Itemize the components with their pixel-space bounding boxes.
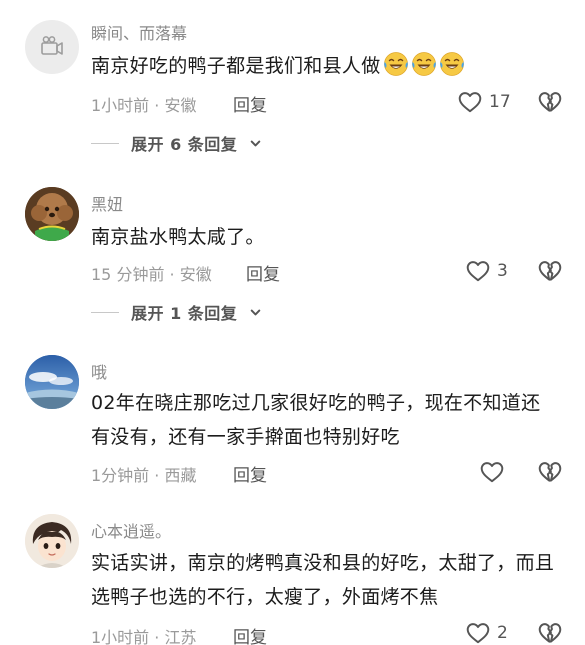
camera-placeholder-icon: [41, 36, 63, 55]
comment-text: 南京盐水鸭太咸了。: [91, 226, 265, 248]
laughing-crying-emoji-icon: [439, 51, 465, 77]
time-location: 1分钟前 · 西藏: [91, 466, 197, 485]
reply-button[interactable]: 回复: [246, 260, 280, 285]
avatar[interactable]: [25, 20, 79, 74]
chevron-down-icon: [249, 306, 262, 319]
like-button[interactable]: 3: [465, 258, 508, 284]
broken-heart-icon: [537, 89, 563, 115]
comment-text: 实话实讲，南京的烤鸭真没和县的好吃，太甜了，而且选鸭子也选的不行，太瘦了，外面烤…: [91, 552, 555, 608]
expand-replies-label: 展开 1 条回复: [131, 304, 238, 323]
reply-button[interactable]: 回复: [233, 461, 267, 486]
time-location: 1小时前 · 江苏: [91, 628, 197, 645]
comment-text: 南京好吃的鸭子都是我们和县人做: [91, 49, 555, 83]
like-button[interactable]: 17: [457, 89, 511, 115]
broken-heart-icon: [537, 258, 563, 284]
username[interactable]: 黑妞: [91, 191, 123, 215]
poodle-avatar-image: [25, 187, 79, 241]
heart-icon: [465, 258, 491, 284]
broken-heart-icon: [537, 620, 563, 645]
divider: [91, 142, 119, 144]
dislike-button[interactable]: [537, 258, 563, 288]
divider: [91, 311, 119, 313]
expand-replies-button[interactable]: 展开 1 条回复: [91, 300, 262, 324]
like-count: 17: [489, 92, 511, 112]
like-count: 2: [497, 623, 508, 643]
laughing-crying-emoji-icon: [383, 51, 409, 77]
expand-replies-button[interactable]: 展开 6 条回复: [91, 131, 262, 155]
avatar[interactable]: [25, 187, 79, 241]
heart-icon: [457, 89, 483, 115]
comment-text: 02年在晓庄那吃过几家很好吃的鸭子，现在不知道还有没有，还有一家手擀面也特别好吃: [91, 392, 541, 448]
like-count: 3: [497, 261, 508, 281]
reply-button[interactable]: 回复: [233, 623, 267, 645]
like-button[interactable]: 2: [465, 620, 508, 645]
avatar[interactable]: [25, 514, 79, 568]
heart-icon: [479, 459, 505, 485]
time-location: 15 分钟前 · 安徽: [91, 265, 212, 284]
sky-landscape-avatar-image: [25, 355, 79, 409]
time-location: 1小时前 · 安徽: [91, 96, 197, 115]
broken-heart-icon: [537, 459, 563, 485]
reply-button[interactable]: 回复: [233, 91, 267, 116]
username[interactable]: 瞬间、而落幕: [91, 20, 187, 44]
laughing-crying-emoji-icon: [411, 51, 437, 77]
expand-replies-label: 展开 6 条回复: [131, 135, 238, 154]
like-button[interactable]: [479, 459, 505, 485]
avatar[interactable]: [25, 355, 79, 409]
dislike-button[interactable]: [537, 620, 563, 645]
chevron-down-icon: [249, 137, 262, 150]
dislike-button[interactable]: [537, 459, 563, 489]
username[interactable]: 心本逍遥。: [91, 518, 171, 542]
dislike-button[interactable]: [537, 89, 563, 119]
heart-icon: [465, 620, 491, 645]
username[interactable]: 哦: [91, 359, 107, 383]
anime-boy-avatar-image: [25, 514, 79, 568]
